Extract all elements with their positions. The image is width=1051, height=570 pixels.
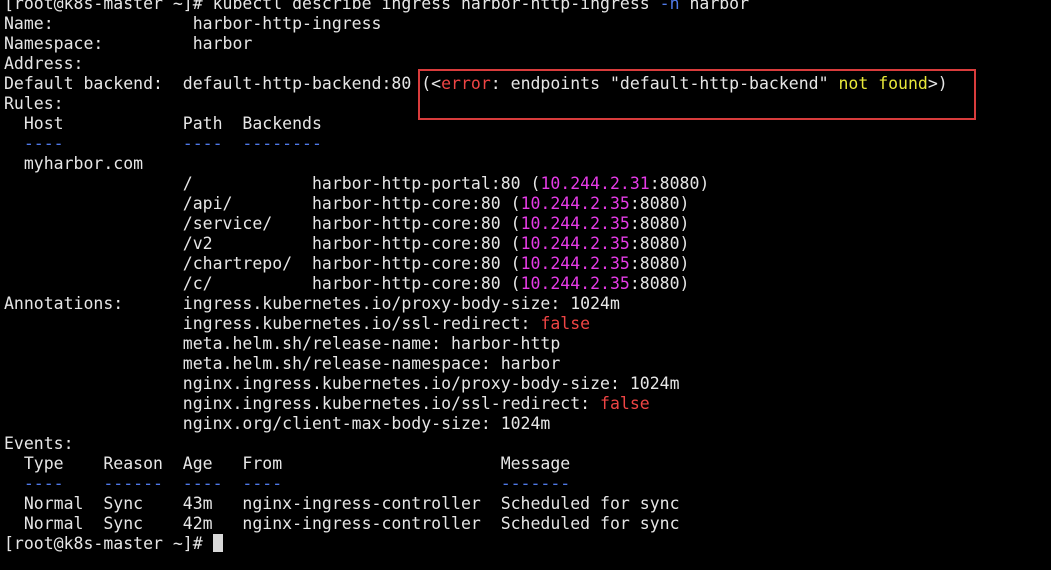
terminal-line: Normal Sync 43m nginx-ingress-controller… xyxy=(4,494,680,514)
terminal-text: 10.244.2.35 xyxy=(520,254,630,273)
terminal-line: Name: harbor-http-ingress xyxy=(4,14,382,34)
terminal-line: ---- ---- -------- xyxy=(4,134,322,154)
terminal-text: /service/ harbor-http-core:80 ( xyxy=(4,214,521,233)
terminal-line: Host Path Backends xyxy=(4,114,322,134)
terminal-line: /v2 harbor-http-core:80 (10.244.2.35:808… xyxy=(4,234,690,254)
terminal-line: [root@k8s-master ~]# xyxy=(4,534,223,554)
terminal-text: Rules: xyxy=(4,94,64,113)
terminal-line: Type Reason Age From Message xyxy=(4,454,570,474)
terminal-text: meta.helm.sh/release-namespace: harbor xyxy=(4,354,561,373)
terminal-text: error xyxy=(441,74,491,93)
terminal-line: /service/ harbor-http-core:80 (10.244.2.… xyxy=(4,214,690,234)
terminal-text: Default backend: default-http-backend:80… xyxy=(4,74,442,93)
terminal-text: Events: xyxy=(4,434,74,453)
terminal-text: :8080) xyxy=(629,254,690,273)
terminal-line: Events: xyxy=(4,434,74,454)
terminal-line: / harbor-http-portal:80 (10.244.2.31:808… xyxy=(4,174,710,194)
terminal-window[interactable]: [root@k8s-master ~]# kubectl describe in… xyxy=(0,0,1051,570)
terminal-text: Name: harbor-http-ingress xyxy=(4,14,382,33)
terminal-text: :8080) xyxy=(649,174,710,193)
terminal-text: nginx.ingress.kubernetes.io/ssl-redirect… xyxy=(4,394,601,413)
terminal-line: meta.helm.sh/release-name: harbor-http xyxy=(4,334,561,354)
terminal-text: meta.helm.sh/release-name: harbor-http xyxy=(4,334,561,353)
terminal-line: /c/ harbor-http-core:80 (10.244.2.35:808… xyxy=(4,274,690,294)
terminal-text: nginx.ingress.kubernetes.io/proxy-body-s… xyxy=(4,374,680,393)
terminal-line: meta.helm.sh/release-namespace: harbor xyxy=(4,354,561,374)
terminal-text: not found xyxy=(838,74,928,93)
terminal-line: [root@k8s-master ~]# kubectl describe in… xyxy=(4,0,749,14)
terminal-text: 10.244.2.35 xyxy=(520,194,630,213)
terminal-line: Default backend: default-http-backend:80… xyxy=(4,74,948,94)
cursor xyxy=(212,534,223,552)
terminal-text: false xyxy=(600,394,650,413)
terminal-text: nginx.org/client-max-body-size: 1024m xyxy=(4,414,551,433)
terminal-text: /api/ harbor-http-core:80 ( xyxy=(4,194,521,213)
terminal-text: /chartrepo/ harbor-http-core:80 ( xyxy=(4,254,521,273)
terminal-text: :8080) xyxy=(629,214,690,233)
terminal-text: ---- ---- -------- xyxy=(4,134,322,153)
terminal-line: Normal Sync 42m nginx-ingress-controller… xyxy=(4,514,680,534)
terminal-line: myharbor.com xyxy=(4,154,143,174)
terminal-text: ---- ------ ---- ---- ------- xyxy=(4,474,571,493)
terminal-line: Address: xyxy=(4,54,83,74)
terminal-line: ---- ------ ---- ---- ------- xyxy=(4,474,570,494)
terminal-text: :8080) xyxy=(629,234,690,253)
terminal-text: [root@k8s-master ~]# xyxy=(4,534,213,553)
terminal-text: Namespace: harbor xyxy=(4,34,253,53)
terminal-text: false xyxy=(540,314,591,333)
terminal-text: 10.244.2.35 xyxy=(520,214,630,233)
terminal-text: Normal Sync 42m nginx-ingress-controller… xyxy=(4,514,680,533)
terminal-line: Namespace: harbor xyxy=(4,34,252,54)
terminal-text: / harbor-http-portal:80 ( xyxy=(4,174,541,193)
terminal-text: Address: xyxy=(4,54,84,73)
terminal-text: ingress.kubernetes.io/ssl-redirect: xyxy=(4,314,541,333)
terminal-text: /v2 harbor-http-core:80 ( xyxy=(4,234,521,253)
terminal-text: Host Path Backends xyxy=(4,114,322,133)
terminal-text: 10.244.2.35 xyxy=(520,234,630,253)
terminal-text: [root@k8s-master ~]# kubectl describe in… xyxy=(4,0,660,13)
terminal-text: 10.244.2.35 xyxy=(520,274,630,293)
terminal-text: Normal Sync 43m nginx-ingress-controller… xyxy=(4,494,680,513)
terminal-text: Annotations: ingress.kubernetes.io/proxy… xyxy=(4,294,620,313)
terminal-line: /chartrepo/ harbor-http-core:80 (10.244.… xyxy=(4,254,690,274)
terminal-line: nginx.ingress.kubernetes.io/proxy-body-s… xyxy=(4,374,680,394)
terminal-text: :8080) xyxy=(629,194,690,213)
terminal-text: >) xyxy=(927,74,948,93)
terminal-text: 10.244.2.31 xyxy=(540,174,650,193)
terminal-text: myharbor.com xyxy=(4,154,144,173)
terminal-line: Annotations: ingress.kubernetes.io/proxy… xyxy=(4,294,620,314)
terminal-text: -n xyxy=(659,0,680,13)
terminal-text: Type Reason Age From Message xyxy=(4,454,571,473)
terminal-line: /api/ harbor-http-core:80 (10.244.2.35:8… xyxy=(4,194,690,214)
terminal-line: nginx.org/client-max-body-size: 1024m xyxy=(4,414,551,434)
terminal-text: harbor xyxy=(679,0,750,13)
terminal-line: Rules: xyxy=(4,94,64,114)
terminal-text: /c/ harbor-http-core:80 ( xyxy=(4,274,521,293)
terminal-line: ingress.kubernetes.io/ssl-redirect: fals… xyxy=(4,314,590,334)
terminal-text: :8080) xyxy=(629,274,690,293)
terminal-line: nginx.ingress.kubernetes.io/ssl-redirect… xyxy=(4,394,650,414)
terminal-text: : endpoints "default-http-backend" xyxy=(490,74,839,93)
